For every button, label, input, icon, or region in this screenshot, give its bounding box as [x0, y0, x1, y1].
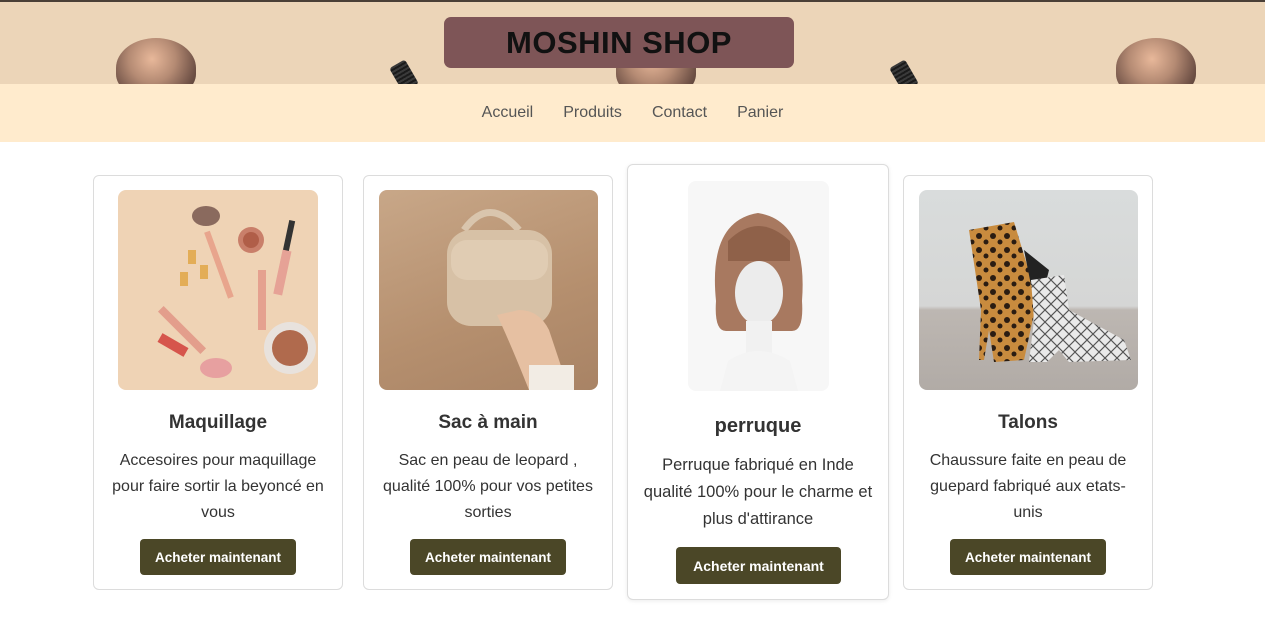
makeup-flatlay-image [118, 190, 318, 390]
buy-now-button[interactable]: Acheter maintenant [950, 539, 1106, 575]
product-description: Sac en peau de leopard , qualité 100% po… [383, 452, 593, 521]
buy-now-button[interactable]: Acheter maintenant [410, 539, 566, 575]
nav-link-panier[interactable]: Panier [737, 104, 783, 122]
buy-now-button[interactable]: Acheter maintenant [676, 547, 841, 584]
product-name: Sac à main [438, 412, 538, 433]
wig-image [688, 181, 829, 391]
product-description: Chaussure faite en peau de guepard fabri… [929, 452, 1127, 521]
nav-link-produits[interactable]: Produits [563, 104, 622, 122]
product-card-perruque: perruque Perruque fabriqué en Inde quali… [627, 164, 889, 600]
product-card-talons: Talons Chaussure faite en peau de guepar… [903, 175, 1153, 590]
product-card-sac-a-main: Sac à main Sac en peau de leopard , qual… [363, 175, 613, 590]
product-name: Maquillage [168, 412, 268, 433]
mascara-decoration [389, 59, 419, 84]
product-name: perruque [714, 415, 802, 437]
site-title-box: MOSHIN SHOP [444, 17, 794, 68]
site-title: MOSHIN SHOP [506, 24, 732, 60]
product-name: Talons [998, 412, 1058, 433]
product-description: Accesoires pour maquillage pour faire so… [112, 452, 324, 521]
boots-image [919, 190, 1138, 390]
nav-link-contact[interactable]: Contact [652, 104, 707, 122]
nav-link-accueil[interactable]: Accueil [482, 104, 534, 122]
product-description: Perruque fabriqué en Inde qualité 100% p… [643, 456, 873, 528]
product-card-maquillage: Maquillage Accesoires pour maquillage po… [93, 175, 343, 590]
buy-now-button[interactable]: Acheter maintenant [140, 539, 296, 575]
header-banner: MOSHIN SHOP [0, 0, 1265, 84]
main-nav: Accueil Produits Contact Panier [0, 84, 1265, 142]
handbag-image [379, 190, 598, 390]
mascara-decoration [889, 59, 919, 84]
